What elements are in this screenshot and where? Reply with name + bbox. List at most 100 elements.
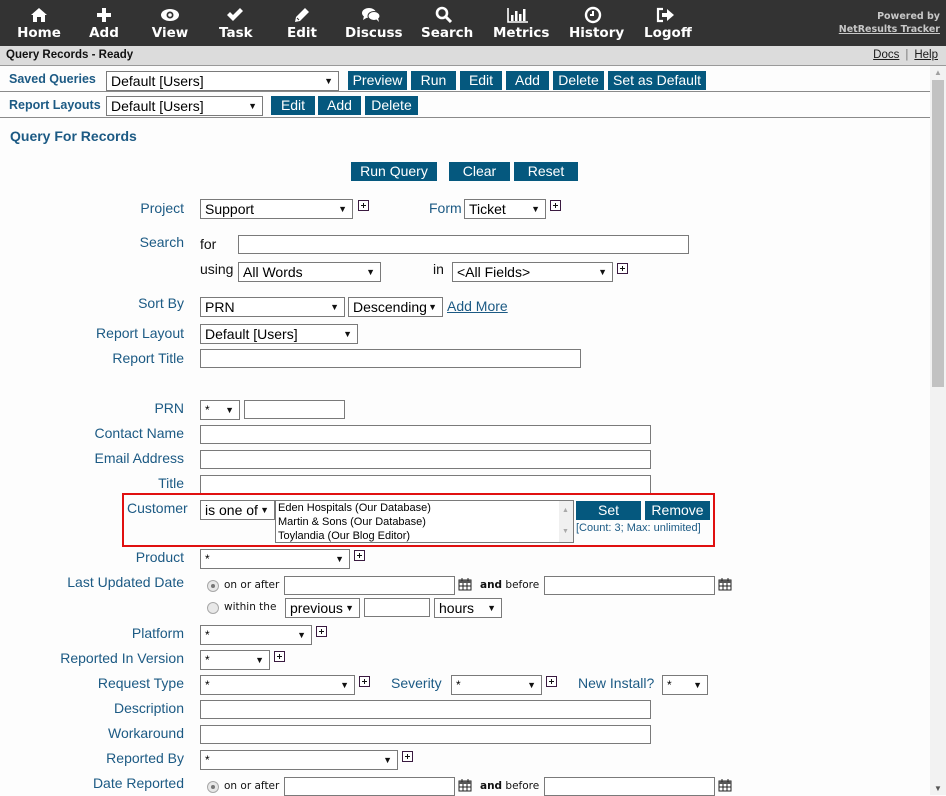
report-layouts-select[interactable]: Default [Users] ▼ xyxy=(106,96,263,116)
search-text-input[interactable] xyxy=(238,235,689,254)
date-reported-from-input[interactable] xyxy=(284,777,455,796)
nav-discuss[interactable]: Discuss xyxy=(345,4,403,41)
on-or-after-label: on or after xyxy=(224,780,280,792)
form-select[interactable]: Ticket ▼ xyxy=(464,199,546,219)
link-separator: | xyxy=(905,49,909,61)
project-label: Project xyxy=(140,200,184,216)
calendar-icon[interactable] xyxy=(718,577,732,591)
customer-option[interactable]: Eden Hospitals (Our Database) xyxy=(276,501,573,515)
run-button[interactable]: Run xyxy=(411,71,456,90)
netresults-link[interactable]: NetResults Tracker xyxy=(839,24,940,35)
nav-home[interactable]: Home xyxy=(17,4,61,41)
nav-logoff[interactable]: Logoff xyxy=(644,4,692,41)
saved-queries-select[interactable]: Default [Users] ▼ xyxy=(106,71,339,91)
expand-platform-icon[interactable] xyxy=(316,626,327,637)
nav-task[interactable]: Task xyxy=(219,4,253,41)
remove-customer-button[interactable]: Remove xyxy=(645,501,710,520)
prn-input[interactable] xyxy=(244,400,345,419)
nav-view[interactable]: View xyxy=(151,4,189,41)
last-updated-from-input[interactable] xyxy=(284,576,455,595)
customer-option[interactable]: Martin & Sons (Our Database) xyxy=(276,515,573,529)
and-before-label: and before xyxy=(480,579,540,591)
expand-form-icon[interactable] xyxy=(550,200,561,211)
expand-request-type-icon[interactable] xyxy=(359,676,370,687)
prn-operator-select[interactable]: * ▼ xyxy=(200,400,240,420)
last-updated-to-input[interactable] xyxy=(544,576,715,595)
sort-field-select[interactable]: PRN ▼ xyxy=(200,297,345,317)
scroll-up-icon[interactable]: ▲ xyxy=(934,68,942,77)
set-as-default-button[interactable]: Set as Default xyxy=(608,71,706,90)
calendar-icon[interactable] xyxy=(458,778,472,792)
add-query-button[interactable]: Add xyxy=(506,71,549,90)
set-customer-button[interactable]: Set xyxy=(576,501,641,520)
nav-history[interactable]: History xyxy=(569,4,624,41)
chevron-down-icon: ▼ xyxy=(383,755,392,765)
delete-query-button[interactable]: Delete xyxy=(553,71,604,90)
nav-search[interactable]: Search xyxy=(421,4,473,41)
nav-add[interactable]: Add xyxy=(87,4,121,41)
sort-order-select[interactable]: Descending ▼ xyxy=(348,297,443,317)
platform-select[interactable]: * ▼ xyxy=(200,625,312,645)
product-select[interactable]: * ▼ xyxy=(200,549,350,569)
new-install-select[interactable]: * ▼ xyxy=(662,675,708,695)
nav-edit[interactable]: Edit xyxy=(287,4,317,41)
scroll-up-icon[interactable]: ▲ xyxy=(562,504,569,518)
workaround-input[interactable] xyxy=(200,725,651,744)
delete-layout-button[interactable]: Delete xyxy=(365,96,418,115)
relative-period-select[interactable]: previous ▼ xyxy=(285,598,360,618)
reported-by-select[interactable]: * ▼ xyxy=(200,750,398,770)
reported-in-version-select[interactable]: * ▼ xyxy=(200,650,270,670)
edit-layout-button[interactable]: Edit xyxy=(271,96,315,115)
scrollbar-thumb[interactable] xyxy=(932,80,944,387)
platform-label: Platform xyxy=(131,625,184,641)
report-title-input[interactable] xyxy=(200,349,581,368)
edit-query-button[interactable]: Edit xyxy=(460,71,502,90)
report-layouts-bar: Report Layouts Default [Users] ▼ Edit Add… xyxy=(0,92,930,118)
search-using-select[interactable]: All Words ▼ xyxy=(238,262,381,282)
expand-severity-icon[interactable] xyxy=(546,676,557,687)
docs-link[interactable]: Docs xyxy=(873,49,899,61)
add-layout-button[interactable]: Add xyxy=(318,96,361,115)
report-layout-select[interactable]: Default [Users] ▼ xyxy=(200,324,358,344)
search-in-select[interactable]: <All Fields> ▼ xyxy=(452,262,613,282)
relative-amount-input[interactable] xyxy=(364,598,430,617)
relative-unit-select[interactable]: hours ▼ xyxy=(434,598,502,618)
scroll-down-icon[interactable]: ▼ xyxy=(562,525,569,539)
scroll-down-icon[interactable]: ▼ xyxy=(934,784,942,793)
expand-version-icon[interactable] xyxy=(274,651,285,662)
request-type-select[interactable]: * ▼ xyxy=(200,675,355,695)
listbox-scrollbar[interactable]: ▲ ▼ xyxy=(559,501,573,542)
top-navigation: Home Add View Task Edit Discuss Search M… xyxy=(0,0,946,46)
customer-operator-select[interactable]: is one of ▼ xyxy=(200,500,275,520)
expand-product-icon[interactable] xyxy=(354,550,365,561)
description-input[interactable] xyxy=(200,700,651,719)
expand-reported-by-icon[interactable] xyxy=(402,751,413,762)
reset-button[interactable]: Reset xyxy=(514,162,578,181)
clear-button[interactable]: Clear xyxy=(449,162,510,181)
run-query-button[interactable]: Run Query xyxy=(351,162,437,181)
nav-metrics[interactable]: Metrics xyxy=(493,4,549,41)
customer-listbox[interactable]: Eden Hospitals (Our Database) Martin & S… xyxy=(275,500,574,543)
add-more-sort-link[interactable]: Add More xyxy=(447,298,508,314)
preview-button[interactable]: Preview xyxy=(348,71,407,90)
last-updated-within-radio[interactable] xyxy=(207,602,219,614)
date-reported-on-or-after-radio[interactable] xyxy=(207,781,219,793)
help-link[interactable]: Help xyxy=(914,49,938,61)
sort-by-label: Sort By xyxy=(138,295,184,311)
report-layout-label: Report Layout xyxy=(96,325,184,341)
expand-search-fields-icon[interactable] xyxy=(617,263,628,274)
date-reported-to-input[interactable] xyxy=(544,777,715,796)
last-updated-on-or-after-radio[interactable] xyxy=(207,580,219,592)
product-label: Product xyxy=(135,549,184,565)
page-scrollbar[interactable]: ▲ ▼ xyxy=(930,66,946,795)
project-select[interactable]: Support ▼ xyxy=(200,199,353,219)
calendar-icon[interactable] xyxy=(458,577,472,591)
title-input[interactable] xyxy=(200,475,651,494)
severity-select[interactable]: * ▼ xyxy=(451,675,542,695)
email-address-input[interactable] xyxy=(200,450,651,469)
and-before-label: and before xyxy=(480,780,540,792)
contact-name-input[interactable] xyxy=(200,425,651,444)
expand-project-icon[interactable] xyxy=(358,200,369,211)
calendar-icon[interactable] xyxy=(718,778,732,792)
customer-option[interactable]: Toylandia (Our Blog Editor) xyxy=(276,529,573,542)
